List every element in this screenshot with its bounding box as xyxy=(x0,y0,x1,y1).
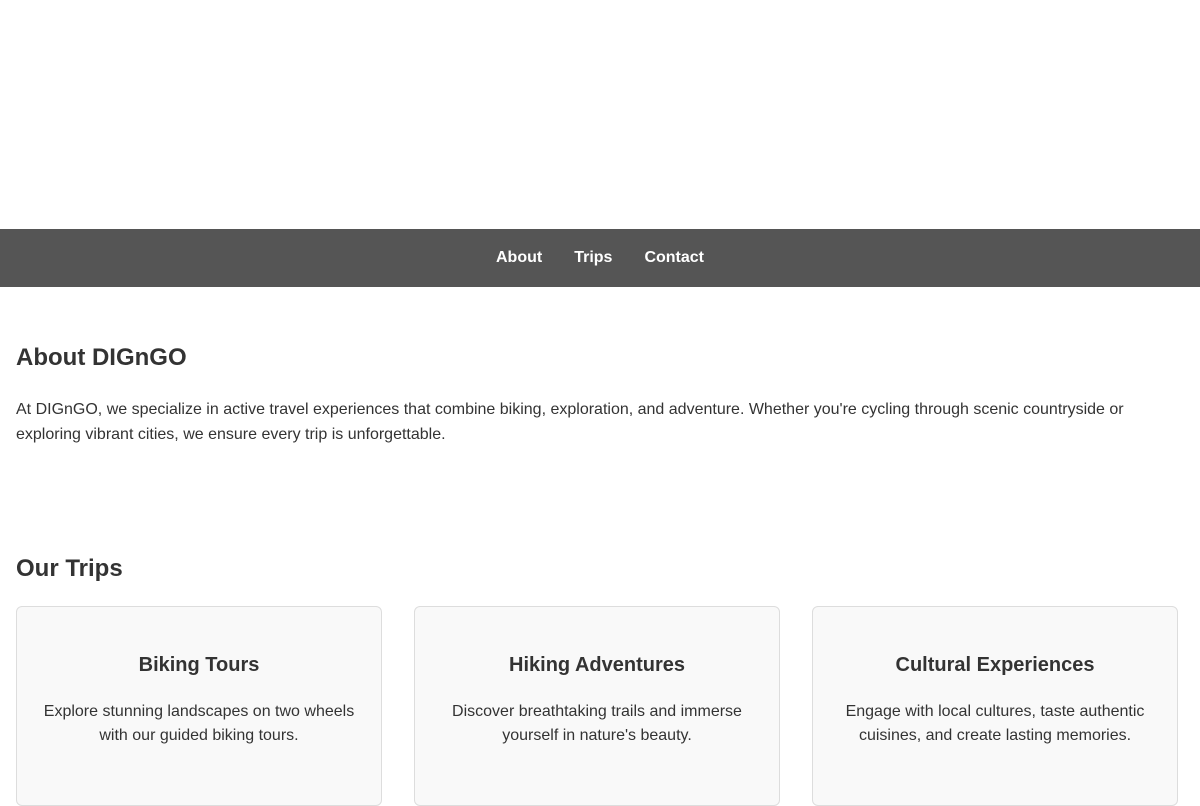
about-section: About DIGnGO At DIGnGO, we specialize in… xyxy=(0,287,1200,447)
trip-card-desc: Engage with local cultures, taste authen… xyxy=(845,703,1145,744)
nav-link-trips[interactable]: Trips xyxy=(574,249,612,267)
trip-card-title: Cultural Experiences xyxy=(895,654,1095,676)
trip-card-title: Hiking Adventures xyxy=(509,654,685,676)
trip-card-title: Biking Tours xyxy=(138,654,260,676)
about-title: About DIGnGO xyxy=(16,344,187,371)
trip-card-desc: Explore stunning landscapes on two wheel… xyxy=(43,703,355,744)
trip-card-cultural[interactable]: Cultural Experiences Engage with local c… xyxy=(812,606,1178,806)
trip-card-biking[interactable]: Biking Tours Explore stunning landscapes… xyxy=(16,606,382,806)
nav-link-contact[interactable]: Contact xyxy=(644,249,704,267)
trips-section: Our Trips Biking Tours Explore stunning … xyxy=(0,447,1200,806)
about-text: At DIGnGO, we specialize in active trave… xyxy=(16,401,1124,443)
hero-banner xyxy=(0,0,1200,229)
main-navbar: About Trips Contact xyxy=(0,229,1200,287)
trip-cards: Biking Tours Explore stunning landscapes… xyxy=(16,606,1184,806)
trip-card-desc: Discover breathtaking trails and immerse… xyxy=(452,703,742,744)
trip-card-hiking[interactable]: Hiking Adventures Discover breathtaking … xyxy=(414,606,780,806)
trips-title: Our Trips xyxy=(16,555,123,582)
nav-link-about[interactable]: About xyxy=(496,249,542,267)
